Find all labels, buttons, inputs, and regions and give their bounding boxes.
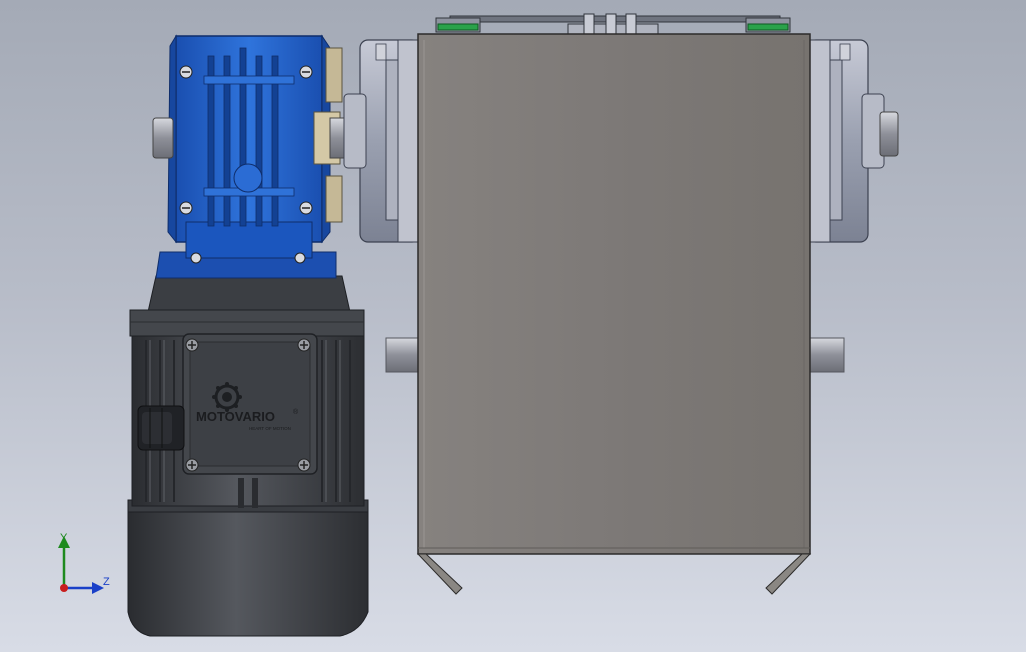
shaft-stub-right	[807, 337, 845, 373]
cable-gland	[137, 405, 185, 451]
gasket-left	[437, 23, 479, 31]
frame-panel	[417, 33, 811, 555]
top-bracket	[435, 13, 791, 37]
cad-scene[interactable]: MOTOVARIO ® HEART OF MOTION	[0, 0, 1026, 652]
frame-legs	[416, 553, 812, 595]
motor-brand-name: MOTOVARIO	[196, 409, 275, 424]
terminal-box: MOTOVARIO ® HEART OF MOTION	[182, 333, 318, 475]
shaft-stub-left	[385, 337, 421, 373]
bearing-housing-right	[807, 39, 899, 243]
bearing-housing-left	[343, 39, 421, 243]
motor-brand-mark: ®	[293, 408, 299, 416]
cad-viewport[interactable]: MOTOVARIO ® HEART OF MOTION Y Z	[0, 0, 1026, 652]
axis-y-label: Y	[60, 532, 68, 544]
gasket-right	[747, 23, 789, 31]
motor-flange	[129, 275, 365, 337]
worm-gearbox	[152, 34, 347, 279]
gearmotor-assembly[interactable]: MOTOVARIO ® HEART OF MOTION	[127, 34, 369, 637]
motor-brand-tagline: HEART OF MOTION	[249, 426, 291, 431]
motor-end-cap	[127, 499, 369, 637]
bearing-frame-assembly[interactable]	[343, 13, 899, 595]
axis-z-label: Z	[103, 576, 110, 588]
